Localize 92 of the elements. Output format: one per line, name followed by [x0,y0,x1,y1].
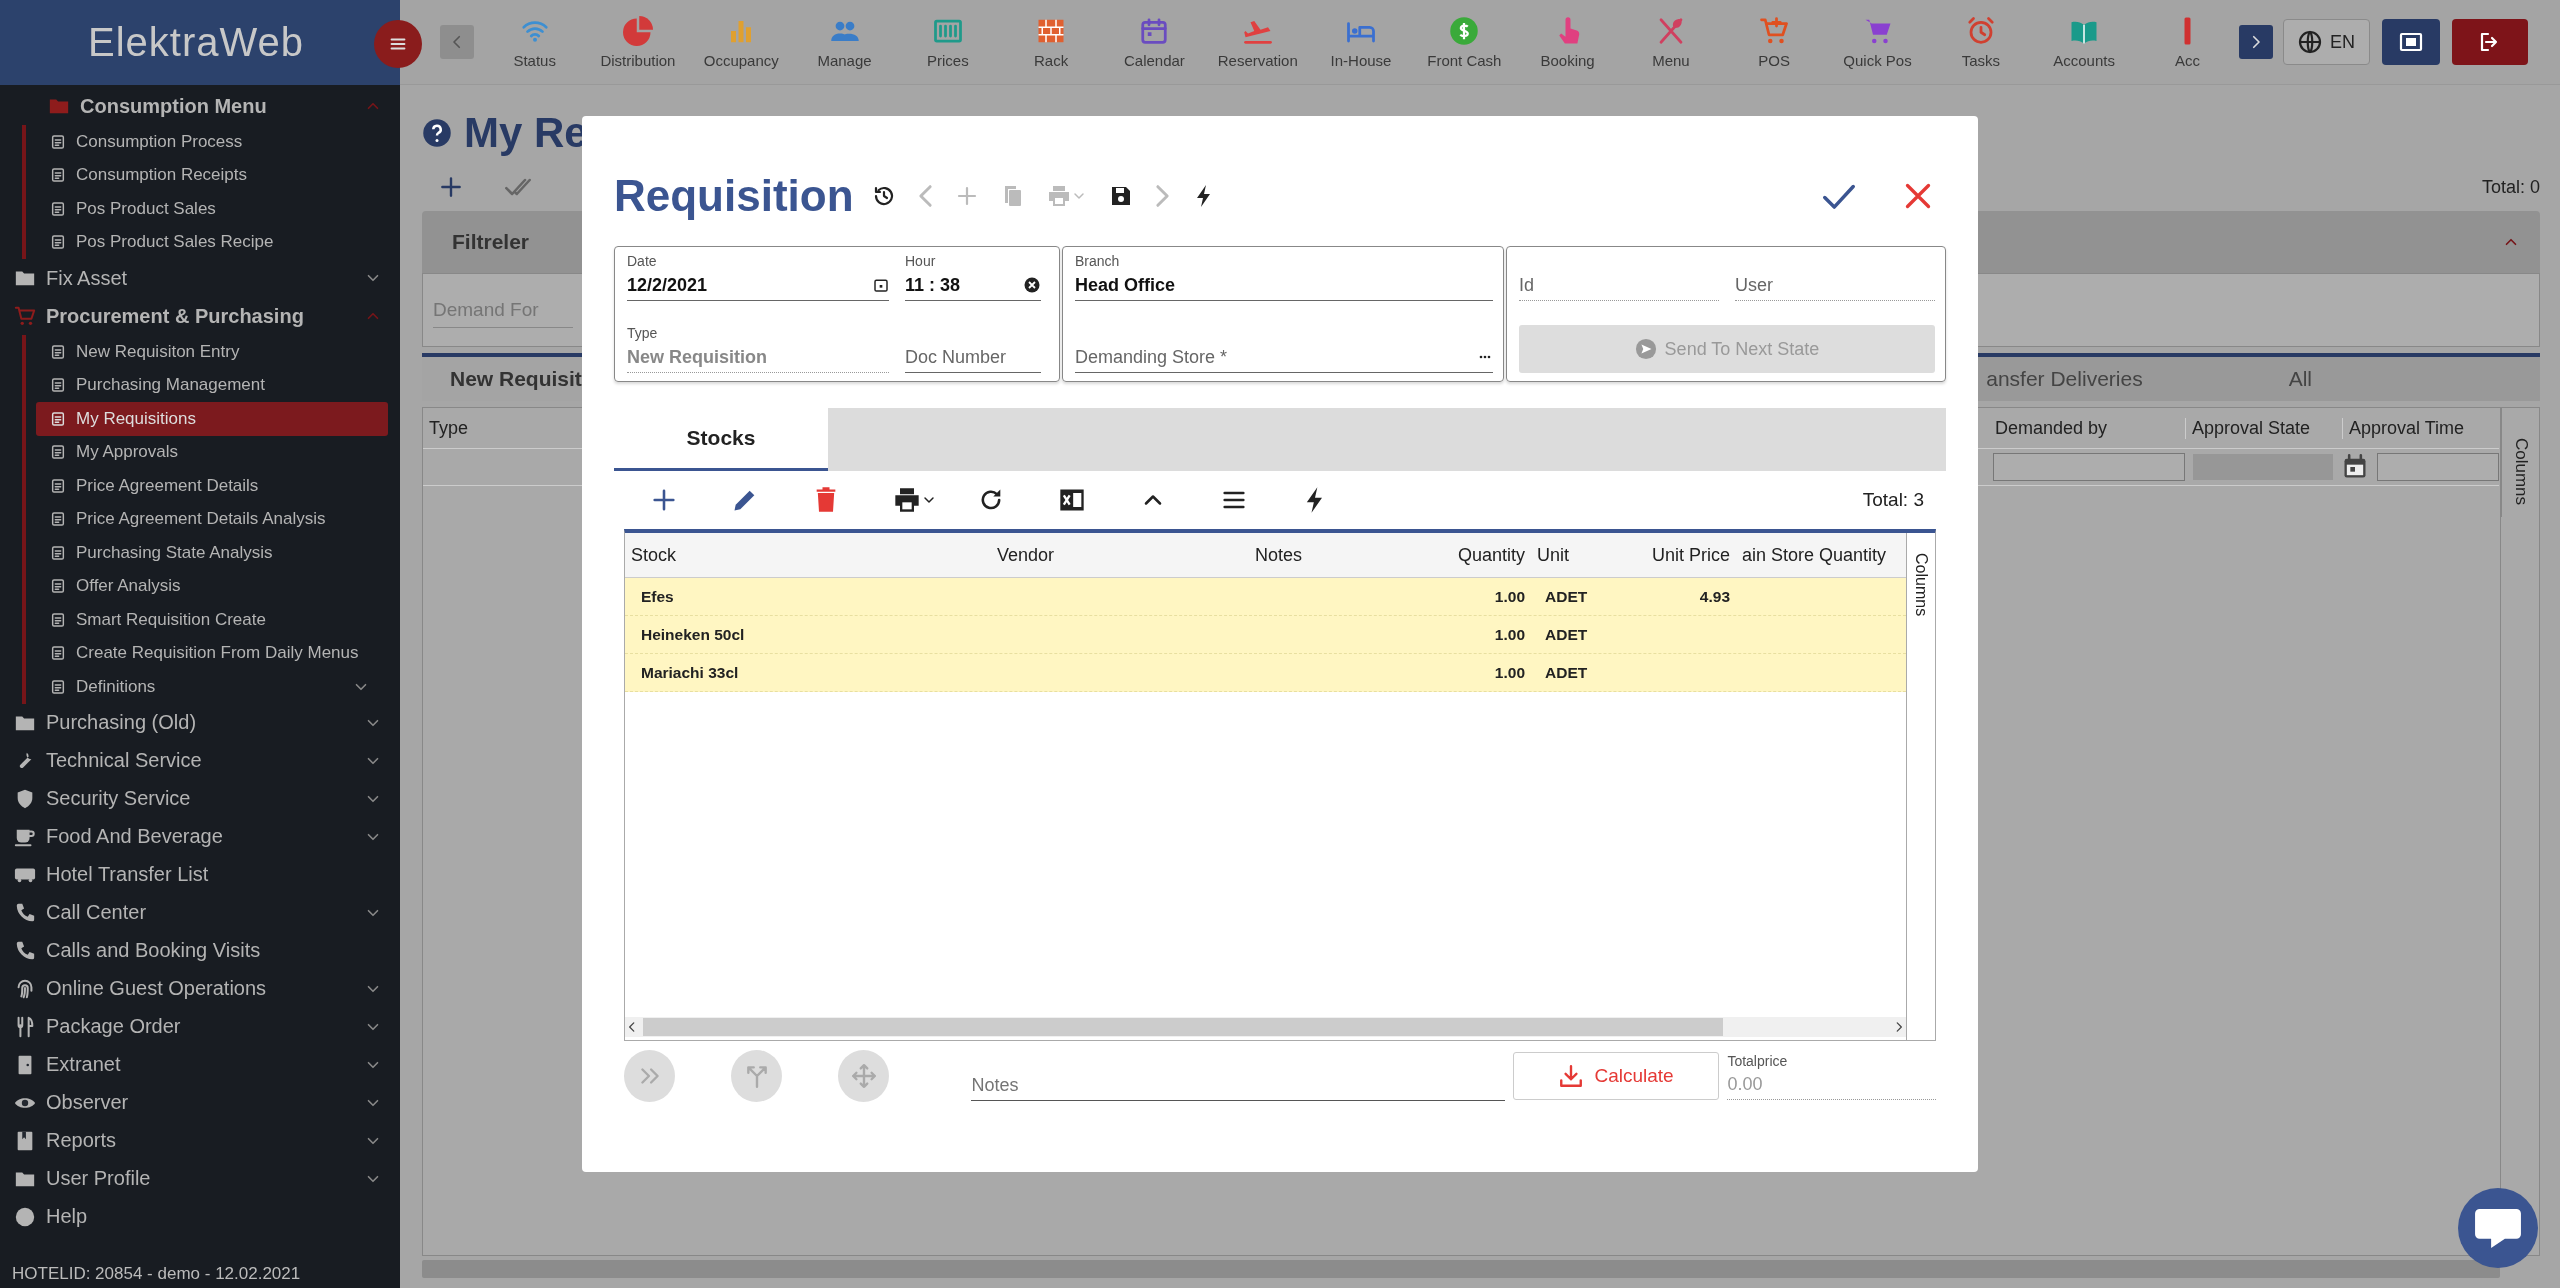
doc-number-field[interactable]: Doc Number [905,325,1041,373]
hour-field[interactable]: Hour 11 : 38 [905,253,1041,301]
tab[interactable]: Stocks [614,408,828,471]
module-button[interactable]: Status [483,6,587,78]
sidebar-item[interactable]: Price Agreement Details [36,469,388,503]
sidebar-item[interactable]: Consumption Process [36,125,388,159]
total-count: Total: 0 [2481,176,2540,198]
sidebar-item[interactable]: Observer [0,1083,400,1122]
column-header[interactable]: Demanded by [1989,417,2186,439]
module-button[interactable]: Reservation [1206,6,1310,78]
sidebar-item[interactable]: My Approvals [36,435,388,469]
sidebar-item[interactable]: Security Service [0,779,400,818]
sidebar-item[interactable]: Purchasing State Analysis [36,536,388,570]
sidebar-item[interactable]: Pos Product Sales Recipe [36,225,388,259]
table-cell-text: ADET [1544,663,1589,682]
sidebar-item[interactable]: Help [0,1197,400,1236]
dialog-title: Requisition [614,171,854,221]
module-button[interactable]: Booking [1515,6,1620,78]
column-header[interactable]: Unit Price [1616,544,1736,566]
sidebar-item[interactable]: Call Center [0,893,400,932]
sidebar-item[interactable]: Technical Service [0,741,400,780]
module-button[interactable]: Menu [1619,6,1723,78]
branch-field[interactable]: Branch Head Office [1075,253,1493,301]
table-cell-text: ADET [1544,587,1589,606]
module-button[interactable]: Quick Pos [1825,6,1930,78]
sidebar-item[interactable]: Price Agreement Details Analysis [36,502,388,536]
column-header[interactable]: Quantity [1425,544,1531,566]
table-cell-text: Mariachi 33cl [640,663,740,682]
date-field[interactable]: Date 12/2/2021 [627,253,889,301]
sidebar-item[interactable]: User Profile [0,1159,400,1198]
language-button[interactable]: EN [2283,19,2371,65]
column-header[interactable]: Stock [625,544,991,566]
sidebar-item[interactable]: Purchasing (Old) [0,703,400,742]
table-cell-text: Efes [640,587,675,606]
module-button[interactable]: POS [1722,6,1826,78]
sidebar-item[interactable]: Smart Requisition Create [36,603,388,637]
id-field[interactable]: Id [1519,253,1719,301]
module-button[interactable]: Prices [896,6,1000,78]
columns-panel-tab[interactable]: Columns [2501,408,2539,518]
sidebar-item[interactable]: Extranet [0,1045,400,1084]
columns-panel-tab[interactable]: Columns [1907,533,1935,1040]
sidebar-item[interactable]: Offer Analysis [36,569,388,603]
module-button[interactable]: Acc [2135,6,2240,78]
sidebar-item[interactable]: Procurement & Purchasing [0,297,400,335]
type-field[interactable]: Type New Requisition [627,325,889,373]
column-header[interactable]: Approval State [2186,417,2343,439]
table-row[interactable]: Heineken 50cl 1.00 ADET [625,616,1906,654]
module-button[interactable]: Front Cash [1412,6,1516,78]
column-header[interactable]: Notes [1249,544,1425,566]
module-button[interactable]: Tasks [1929,6,2033,78]
table-cell-text: 1.00 [1493,587,1526,606]
total-count: Total: 3 [1862,489,1924,511]
sidebar-item[interactable]: Hotel Transfer List [0,855,400,894]
module-button[interactable]: Rack [999,6,1103,78]
column-header[interactable]: ain Store Quantity [1736,544,1906,566]
module-button[interactable]: Occupancy [689,6,793,78]
sidebar-item[interactable]: Package Order [0,1007,400,1046]
demand-for-field[interactable]: Demand For [433,292,573,328]
total-price-field: Totalprice 0.00 [1727,1052,1936,1100]
column-header[interactable]: Vendor [991,544,1249,566]
sidebar-item[interactable]: Consumption Menu [0,87,400,125]
table-cell-text: 1.00 [1493,625,1526,644]
table-cell-text: 4.93 [1698,587,1731,606]
table-row[interactable]: Mariachi 33cl 1.00 ADET [625,654,1906,692]
sidebar-item[interactable]: Online Guest Operations [0,969,400,1008]
table-cell-text: Heineken 50cl [640,625,746,644]
sidebar-item[interactable]: Create Requisition From Daily Menus [36,636,388,670]
user-field[interactable]: User [1735,253,1935,301]
sidebar-item[interactable]: New Requisiton Entry [36,335,388,369]
column-header[interactable]: Approval Time [2343,417,2499,439]
app-logo: ElektraWeb [88,19,304,65]
sidebar-item[interactable]: Definitions [36,670,388,704]
sidebar-item[interactable]: Fix Asset [0,259,400,297]
sidebar-item[interactable]: Consumption Receipts [36,158,388,192]
sidebar-item[interactable]: Calls and Booking Visits [0,931,400,970]
module-button[interactable]: Calendar [1102,6,1207,78]
module-button[interactable]: Manage [792,6,897,78]
sidebar-item[interactable]: Purchasing Management [36,368,388,402]
table-cell-text: ADET [1544,625,1589,644]
module-button[interactable]: Accounts [2032,6,2136,78]
module-button[interactable]: In-House [1309,6,1413,78]
column-header[interactable]: Type [423,417,469,439]
calculate-button[interactable]: Calculate [1512,1052,1720,1100]
sidebar-item[interactable]: Food And Beverage [0,817,400,856]
sidebar-item[interactable]: Pos Product Sales [36,192,388,226]
column-header[interactable]: Unit [1531,544,1616,566]
module-button[interactable]: Distribution [586,6,690,78]
demanding-store-field[interactable]: Demanding Store * [1075,325,1493,373]
table-cell-text: 1.00 [1493,663,1526,682]
sidebar-item[interactable]: My Requisitions [36,402,388,436]
sidebar-item[interactable]: Reports [0,1121,400,1160]
table-row[interactable]: Efes 1.00 ADET 4.93 [625,578,1906,616]
